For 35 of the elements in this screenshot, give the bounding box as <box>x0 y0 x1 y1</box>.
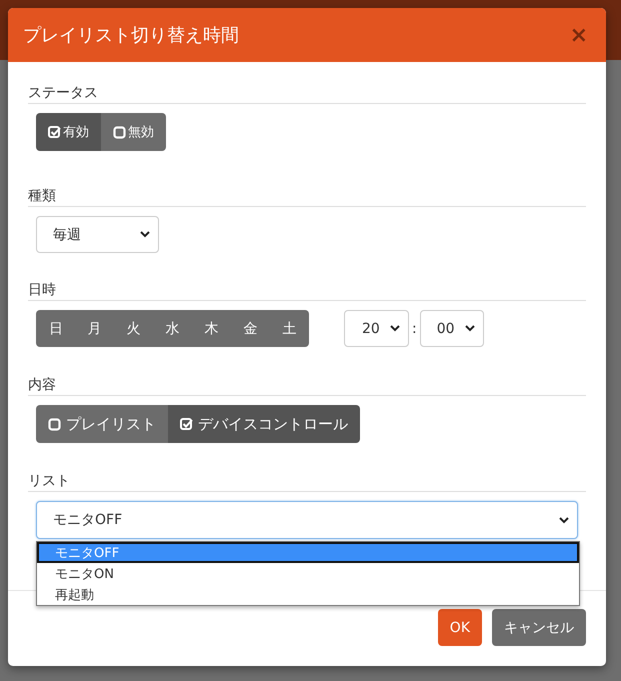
content-toggle[interactable]: デバイスコントロール <box>168 405 360 443</box>
chevron-down-icon <box>140 231 150 238</box>
chevron-down-icon <box>464 325 475 332</box>
content-toggle[interactable]: プレイリスト <box>36 405 168 443</box>
minute-select[interactable]: 00 <box>420 310 484 347</box>
day-toggle[interactable]: 火 <box>114 310 153 347</box>
status-toggle[interactable]: 有効 <box>36 113 101 151</box>
ok-button[interactable]: OK <box>438 609 482 646</box>
chevron-down-icon <box>390 325 400 332</box>
hour-select[interactable]: 20 <box>344 310 409 347</box>
checkbox-icon <box>48 418 61 430</box>
list-select[interactable]: モニタOFF <box>36 501 578 539</box>
day-toggle[interactable]: 水 <box>153 310 192 347</box>
checkbox-icon <box>113 126 126 138</box>
dropdown-option[interactable]: モニタOFF <box>37 542 579 563</box>
checkbox-checked-icon <box>48 126 61 138</box>
dropdown-option[interactable]: モニタON <box>37 563 579 584</box>
day-toggle[interactable]: 土 <box>270 310 309 347</box>
checkbox-checked-icon <box>180 418 193 430</box>
day-toggle[interactable]: 金 <box>231 310 270 347</box>
section-label: 種類 <box>28 187 57 205</box>
section-label: ステータス <box>28 84 99 102</box>
dropdown-option[interactable]: 再起動 <box>37 584 579 605</box>
day-toggle[interactable]: 日 <box>36 310 75 347</box>
chevron-down-icon <box>559 516 569 524</box>
time-separator: : <box>412 320 417 336</box>
status-toggle[interactable]: 無効 <box>101 113 166 151</box>
type-select[interactable]: 毎週 <box>36 216 159 253</box>
dialog-title: プレイリスト切り替え時間 <box>23 24 239 47</box>
cancel-button[interactable]: キャンセル <box>492 609 586 646</box>
day-toggle[interactable]: 木 <box>192 310 231 347</box>
section-label: 内容 <box>28 376 57 394</box>
section-label: リスト <box>28 472 71 490</box>
day-toggle[interactable]: 月 <box>75 310 114 347</box>
section-label: 日時 <box>28 281 57 299</box>
